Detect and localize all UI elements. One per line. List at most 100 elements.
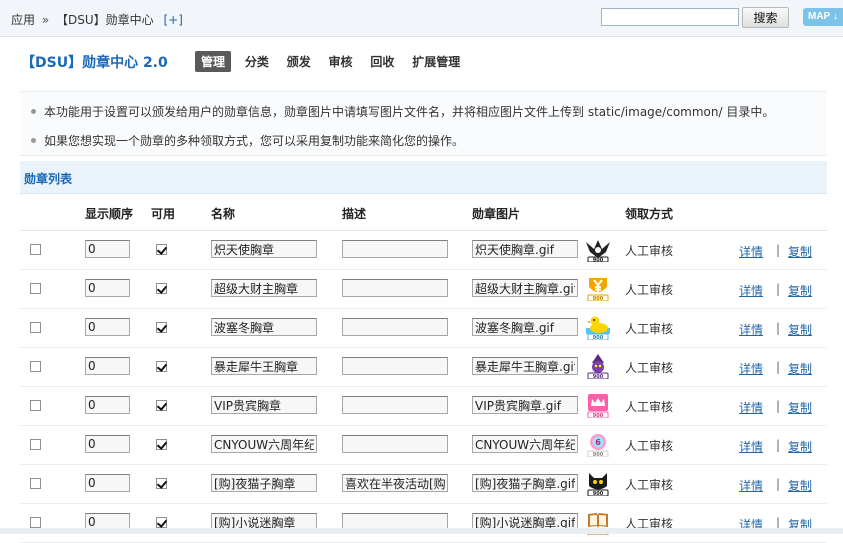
map-label: MAP bbox=[808, 11, 831, 22]
enabled-checkbox[interactable] bbox=[156, 439, 167, 450]
detail-link[interactable]: 详情 bbox=[739, 243, 763, 260]
medal-image-input[interactable] bbox=[472, 318, 578, 336]
enabled-checkbox[interactable] bbox=[156, 517, 167, 528]
link-separator: | bbox=[776, 477, 781, 491]
copy-link[interactable]: 复制 bbox=[788, 399, 812, 416]
medal-description-input[interactable] bbox=[342, 435, 448, 453]
tips-panel: 本功能用于设置可以颁发给用户的勋章信息，勋章图片中请填写图片文件名，并将相应图片… bbox=[20, 91, 827, 156]
medal-image-input[interactable] bbox=[472, 279, 578, 297]
breadcrumb-app-link[interactable]: 应用 bbox=[11, 13, 35, 27]
tab-award[interactable]: 颁发 bbox=[287, 51, 311, 72]
medal-name-input[interactable] bbox=[211, 240, 317, 258]
medal-name-input[interactable] bbox=[211, 318, 317, 336]
tab-manage[interactable]: 管理 bbox=[195, 51, 232, 72]
medal-description-input[interactable] bbox=[342, 240, 448, 258]
award-method: 人工审核 bbox=[625, 244, 674, 258]
award-method: 人工审核 bbox=[625, 439, 674, 453]
bullet-icon bbox=[31, 109, 36, 114]
display-order-input[interactable] bbox=[85, 435, 130, 453]
tab-category[interactable]: 分类 bbox=[245, 51, 269, 72]
enabled-checkbox[interactable] bbox=[156, 400, 167, 411]
row-select-checkbox[interactable] bbox=[30, 439, 41, 450]
detail-link[interactable]: 详情 bbox=[739, 282, 763, 299]
detail-link[interactable]: 详情 bbox=[739, 360, 763, 377]
copy-link[interactable]: 复制 bbox=[788, 243, 812, 260]
display-order-input[interactable] bbox=[85, 474, 130, 492]
row-select-checkbox[interactable] bbox=[30, 517, 41, 528]
medal-name-input[interactable] bbox=[211, 357, 317, 375]
medal-image-input[interactable] bbox=[472, 357, 578, 375]
award-method: 人工审核 bbox=[625, 400, 674, 414]
witch-badge-icon: 900 bbox=[586, 353, 610, 380]
medal-description-input[interactable] bbox=[342, 474, 448, 492]
row-select-checkbox[interactable] bbox=[30, 322, 41, 333]
copy-link[interactable]: 复制 bbox=[788, 438, 812, 455]
medal-description-input[interactable] bbox=[342, 318, 448, 336]
copy-link[interactable]: 复制 bbox=[788, 282, 812, 299]
link-separator: | bbox=[776, 282, 781, 296]
medal-image-input[interactable] bbox=[472, 474, 578, 492]
search-input[interactable] bbox=[601, 8, 739, 26]
column-header-enabled: 可用 bbox=[151, 207, 176, 221]
link-separator: | bbox=[776, 438, 781, 452]
tip-item: 本功能用于设置可以颁发给用户的勋章信息，勋章图片中请填写图片文件名，并将相应图片… bbox=[31, 103, 774, 120]
row-select-checkbox[interactable] bbox=[30, 283, 41, 294]
enabled-checkbox[interactable] bbox=[156, 361, 167, 372]
bullet-icon bbox=[31, 138, 36, 143]
medal-name-input[interactable] bbox=[211, 474, 317, 492]
medal-description-input[interactable] bbox=[342, 396, 448, 414]
table-row: 900 人工审核 详情 | 复制 bbox=[20, 503, 827, 543]
enabled-checkbox[interactable] bbox=[156, 322, 167, 333]
enabled-checkbox[interactable] bbox=[156, 283, 167, 294]
svg-text:900: 900 bbox=[593, 452, 604, 457]
row-select-checkbox[interactable] bbox=[30, 361, 41, 372]
table-row: 6 900 人工审核 详情 | 复制 bbox=[20, 425, 827, 465]
detail-link[interactable]: 详情 bbox=[739, 399, 763, 416]
link-separator: | bbox=[776, 360, 781, 374]
search-button[interactable]: 搜索 bbox=[742, 7, 789, 28]
link-separator: | bbox=[776, 321, 781, 335]
display-order-input[interactable] bbox=[85, 396, 130, 414]
crown-badge-icon: 900 bbox=[586, 392, 610, 419]
medal-name-input[interactable] bbox=[211, 396, 317, 414]
medal-description-input[interactable] bbox=[342, 357, 448, 375]
top-bar: 应用 » 【DSU】勋章中心 [+] 搜索 MAP ↓ bbox=[0, 0, 843, 37]
tab-recycle[interactable]: 回收 bbox=[370, 51, 394, 72]
enabled-checkbox[interactable] bbox=[156, 478, 167, 489]
row-select-checkbox[interactable] bbox=[30, 478, 41, 489]
award-method: 人工审核 bbox=[625, 283, 674, 297]
display-order-input[interactable] bbox=[85, 357, 130, 375]
tip-text: 如果您想实现一个勋章的多种领取方式，您可以采用复制功能来简化您的操作。 bbox=[44, 134, 465, 148]
page-title: 【DSU】勋章中心 2.0 bbox=[21, 55, 168, 71]
cat-badge-icon: 900 bbox=[586, 470, 610, 497]
table-row: 900 人工审核 详情 | 复制 bbox=[20, 308, 827, 348]
display-order-input[interactable] bbox=[85, 279, 130, 297]
award-method: 人工审核 bbox=[625, 322, 674, 336]
row-select-checkbox[interactable] bbox=[30, 400, 41, 411]
detail-link[interactable]: 详情 bbox=[739, 321, 763, 338]
map-button[interactable]: MAP ↓ bbox=[803, 8, 843, 26]
medal-name-input[interactable] bbox=[211, 279, 317, 297]
svg-text:900: 900 bbox=[593, 335, 604, 340]
horizontal-scrollbar[interactable] bbox=[0, 528, 843, 534]
medal-image-input[interactable] bbox=[472, 240, 578, 258]
medal-name-input[interactable] bbox=[211, 435, 317, 453]
detail-link[interactable]: 详情 bbox=[739, 438, 763, 455]
medal-image-input[interactable] bbox=[472, 396, 578, 414]
copy-link[interactable]: 复制 bbox=[788, 321, 812, 338]
display-order-input[interactable] bbox=[85, 318, 130, 336]
award-method: 人工审核 bbox=[625, 478, 674, 492]
tab-extensions[interactable]: 扩展管理 bbox=[412, 51, 460, 72]
tab-review[interactable]: 审核 bbox=[329, 51, 353, 72]
medal-image-input[interactable] bbox=[472, 435, 578, 453]
tip-item: 如果您想实现一个勋章的多种领取方式，您可以采用复制功能来简化您的操作。 bbox=[31, 132, 464, 149]
detail-link[interactable]: 详情 bbox=[739, 477, 763, 494]
enabled-checkbox[interactable] bbox=[156, 244, 167, 255]
add-shortcut-link[interactable]: [+] bbox=[164, 13, 183, 27]
copy-link[interactable]: 复制 bbox=[788, 477, 812, 494]
medal-description-input[interactable] bbox=[342, 279, 448, 297]
copy-link[interactable]: 复制 bbox=[788, 360, 812, 377]
display-order-input[interactable] bbox=[85, 240, 130, 258]
row-select-checkbox[interactable] bbox=[30, 244, 41, 255]
section-header: 勋章列表 bbox=[20, 161, 827, 194]
